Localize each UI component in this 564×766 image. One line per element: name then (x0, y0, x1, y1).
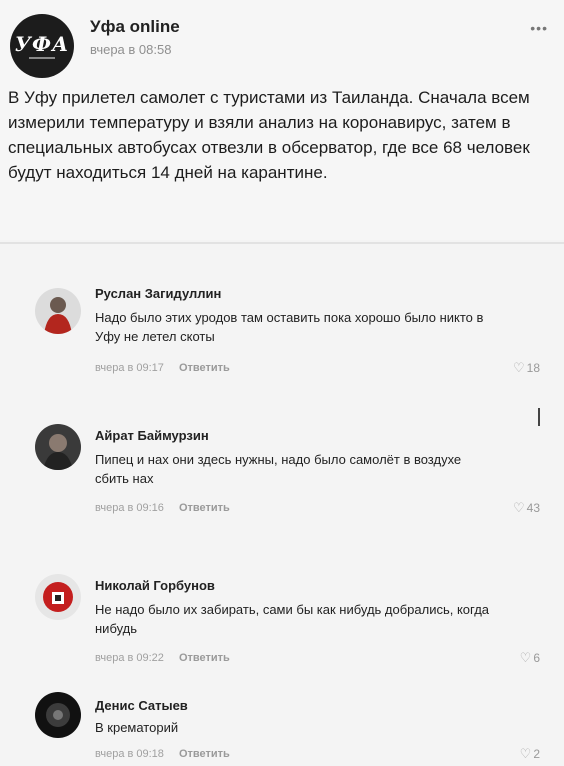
post-timestamp: вчера в 08:58 (90, 42, 172, 57)
avatar-photo-icon (35, 288, 81, 334)
commenter-name[interactable]: Айрат Баймурзин (95, 428, 209, 443)
commenter-name[interactable]: Николай Горбунов (95, 578, 215, 593)
comment-meta: вчера в 09:22 Ответить (95, 652, 230, 664)
avatar-photo-icon (35, 692, 81, 738)
comment-meta: вчера в 09:16 Ответить (95, 502, 230, 514)
like-count: 6 (533, 651, 540, 665)
comment-meta: вчера в 09:18 Ответить (95, 748, 230, 760)
reply-button[interactable]: Ответить (179, 502, 230, 514)
commenter-avatar[interactable] (35, 574, 81, 620)
comment-timestamp: вчера в 09:18 (95, 748, 164, 760)
comment-text: Пипец и нах они здесь нужны, надо было с… (95, 452, 462, 486)
commenter-avatar[interactable] (35, 692, 81, 738)
like-button[interactable]: ♡ 6 (520, 650, 540, 666)
commenter-avatar[interactable] (35, 288, 81, 334)
like-count: 2 (533, 747, 540, 761)
divider (0, 242, 564, 244)
reply-button[interactable]: Ответить (179, 362, 230, 374)
reply-button[interactable]: Ответить (179, 652, 230, 664)
comment-timestamp: вчера в 09:22 (95, 652, 164, 664)
community-avatar[interactable]: УФА (10, 14, 74, 78)
post-author[interactable]: Уфа online (90, 17, 180, 37)
logo-underline (29, 56, 55, 59)
commenter-avatar[interactable] (35, 424, 81, 470)
like-count: 43 (526, 501, 540, 515)
commenter-name[interactable]: Руслан Загидуллин (95, 286, 221, 301)
comment-text: Надо было этих уродов там оставить пока … (95, 310, 484, 344)
heart-outline-icon: ♡ (519, 650, 532, 665)
like-count: 18 (526, 361, 540, 375)
comment-timestamp: вчера в 09:17 (95, 362, 164, 374)
heart-outline-icon: ♡ (512, 360, 525, 375)
post-card: УФА Уфа online вчера в 08:58 ••• В Уфу п… (0, 0, 564, 240)
comment-text: Не надо было их забирать, сами бы как ни… (95, 602, 490, 636)
comment-timestamp: вчера в 09:16 (95, 502, 164, 514)
commenter-name[interactable]: Денис Сатыев (95, 698, 188, 713)
scrollbar-thumb[interactable] (538, 408, 540, 426)
reply-button[interactable]: Ответить (179, 748, 230, 760)
post-text: В Уфу прилетел самолет с туристами из Та… (8, 88, 530, 182)
like-button[interactable]: ♡ 18 (513, 360, 540, 376)
heart-outline-icon: ♡ (512, 500, 525, 515)
like-button[interactable]: ♡ 2 (520, 746, 540, 762)
more-dots-icon[interactable]: ••• (530, 20, 548, 36)
community-logo-text: УФА (14, 31, 70, 56)
avatar-photo-icon (35, 574, 81, 620)
comment-meta: вчера в 09:17 Ответить (95, 362, 230, 374)
like-button[interactable]: ♡ 43 (513, 500, 540, 516)
comment-text: В крематорий (95, 720, 179, 735)
heart-outline-icon: ♡ (519, 746, 532, 761)
avatar-photo-icon (35, 424, 81, 470)
